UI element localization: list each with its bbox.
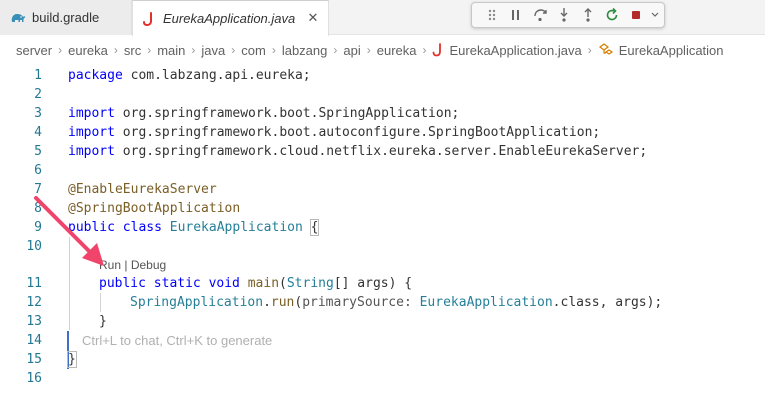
code-line-12: SpringApplication.run(primarySource: Eur… [130,295,663,310]
code-line-15: } [67,351,77,368]
gradle-elephant-icon [10,10,26,26]
breadcrumb-item[interactable]: eureka [377,43,417,58]
line-number: 16 [26,371,42,386]
inlay-parameter-hint: primarySource: [302,295,412,310]
breadcrumb-separator: › [333,43,338,57]
breadcrumb-separator: › [231,43,236,57]
breadcrumb-item[interactable]: eureka [68,43,108,58]
step-over-icon[interactable] [528,4,552,26]
line-number: 9 [34,220,42,235]
debug-toolbar [471,2,665,28]
line-number: 4 [34,125,42,140]
code-line-7: @EnableEurekaServer [68,182,217,197]
line-number: 5 [34,144,42,159]
ai-prompt-placeholder: Ctrl+L to chat, Ctrl+K to generate [82,333,273,348]
code-line-11: public static void main(String[] args) { [99,276,413,291]
breadcrumb-item[interactable]: labzang [282,43,328,58]
step-into-icon[interactable] [552,4,576,26]
breadcrumb-separator: › [113,43,118,57]
drag-handle-icon[interactable] [480,4,504,26]
code-line-1: package com.labzang.api.eureka; [68,68,311,83]
breadcrumb-separator: › [147,43,152,57]
breadcrumb-separator: › [422,43,427,57]
line-number: 13 [26,314,42,329]
pause-icon[interactable] [504,4,528,26]
line-number: 10 [26,239,42,254]
breadcrumb-item[interactable]: server [16,43,52,58]
java-icon [432,43,444,57]
chevron-down-icon[interactable] [648,4,662,26]
restart-icon[interactable] [600,4,624,26]
tab-label: EurekaApplication.java [163,11,296,26]
tab-label: build.gradle [32,10,100,25]
code-line-13: } [99,314,107,329]
tab-build-gradle[interactable]: build.gradle [0,0,132,35]
step-out-icon[interactable] [576,4,600,26]
breadcrumb-separator: › [587,43,592,57]
line-number: 14 [26,333,42,348]
codelens: Run | Debug [99,257,166,273]
line-number: 2 [34,87,42,102]
java-icon [141,11,157,27]
line-number: 1 [34,68,42,83]
indent-guide [69,237,70,330]
close-icon[interactable]: ✕ [306,11,320,25]
class-symbol-icon [598,43,614,57]
breadcrumb-separator: › [366,43,371,57]
code-line-4: import org.springframework.boot.autoconf… [68,125,601,140]
line-number: 8 [34,201,42,216]
breadcrumb-item[interactable]: src [124,43,141,58]
breadcrumb-separator: › [58,43,63,57]
breadcrumb-separator: › [271,43,276,57]
breadcrumb-item[interactable]: com [241,43,266,58]
line-number: 6 [34,163,42,178]
line-number: 3 [34,106,42,121]
code-line-9: public class EurekaApplication { [68,219,320,236]
indent-guide [100,293,101,312]
tab-eureka-application-java[interactable]: EurekaApplication.java ✕ [132,0,329,36]
line-number: 7 [34,182,42,197]
line-number: 15 [26,352,42,367]
code-line-5: import org.springframework.cloud.netflix… [68,144,648,159]
stop-icon[interactable] [624,4,648,26]
breadcrumb: server › eureka › src › main › java › co… [0,36,765,64]
breadcrumb-item-file[interactable]: EurekaApplication.java [449,43,581,58]
code-editor[interactable]: 1 2 3 4 5 6 7 8 9 10 11 12 13 14 15 16 p… [0,66,765,401]
breadcrumb-item[interactable]: main [157,43,185,58]
breadcrumb-item[interactable]: api [343,43,360,58]
breadcrumb-item-class[interactable]: EurekaApplication [619,43,724,58]
breadcrumb-separator: › [191,43,196,57]
line-number: 12 [26,295,42,310]
breadcrumb-item[interactable]: java [201,43,225,58]
codelens-run-link[interactable]: Run [99,258,121,272]
code-line-8: @SpringBootApplication [68,201,241,216]
code-line-3: import org.springframework.boot.SpringAp… [68,106,460,121]
codelens-debug-link[interactable]: Debug [131,258,166,272]
codelens-divider: | [124,258,128,272]
line-number: 11 [26,276,42,291]
